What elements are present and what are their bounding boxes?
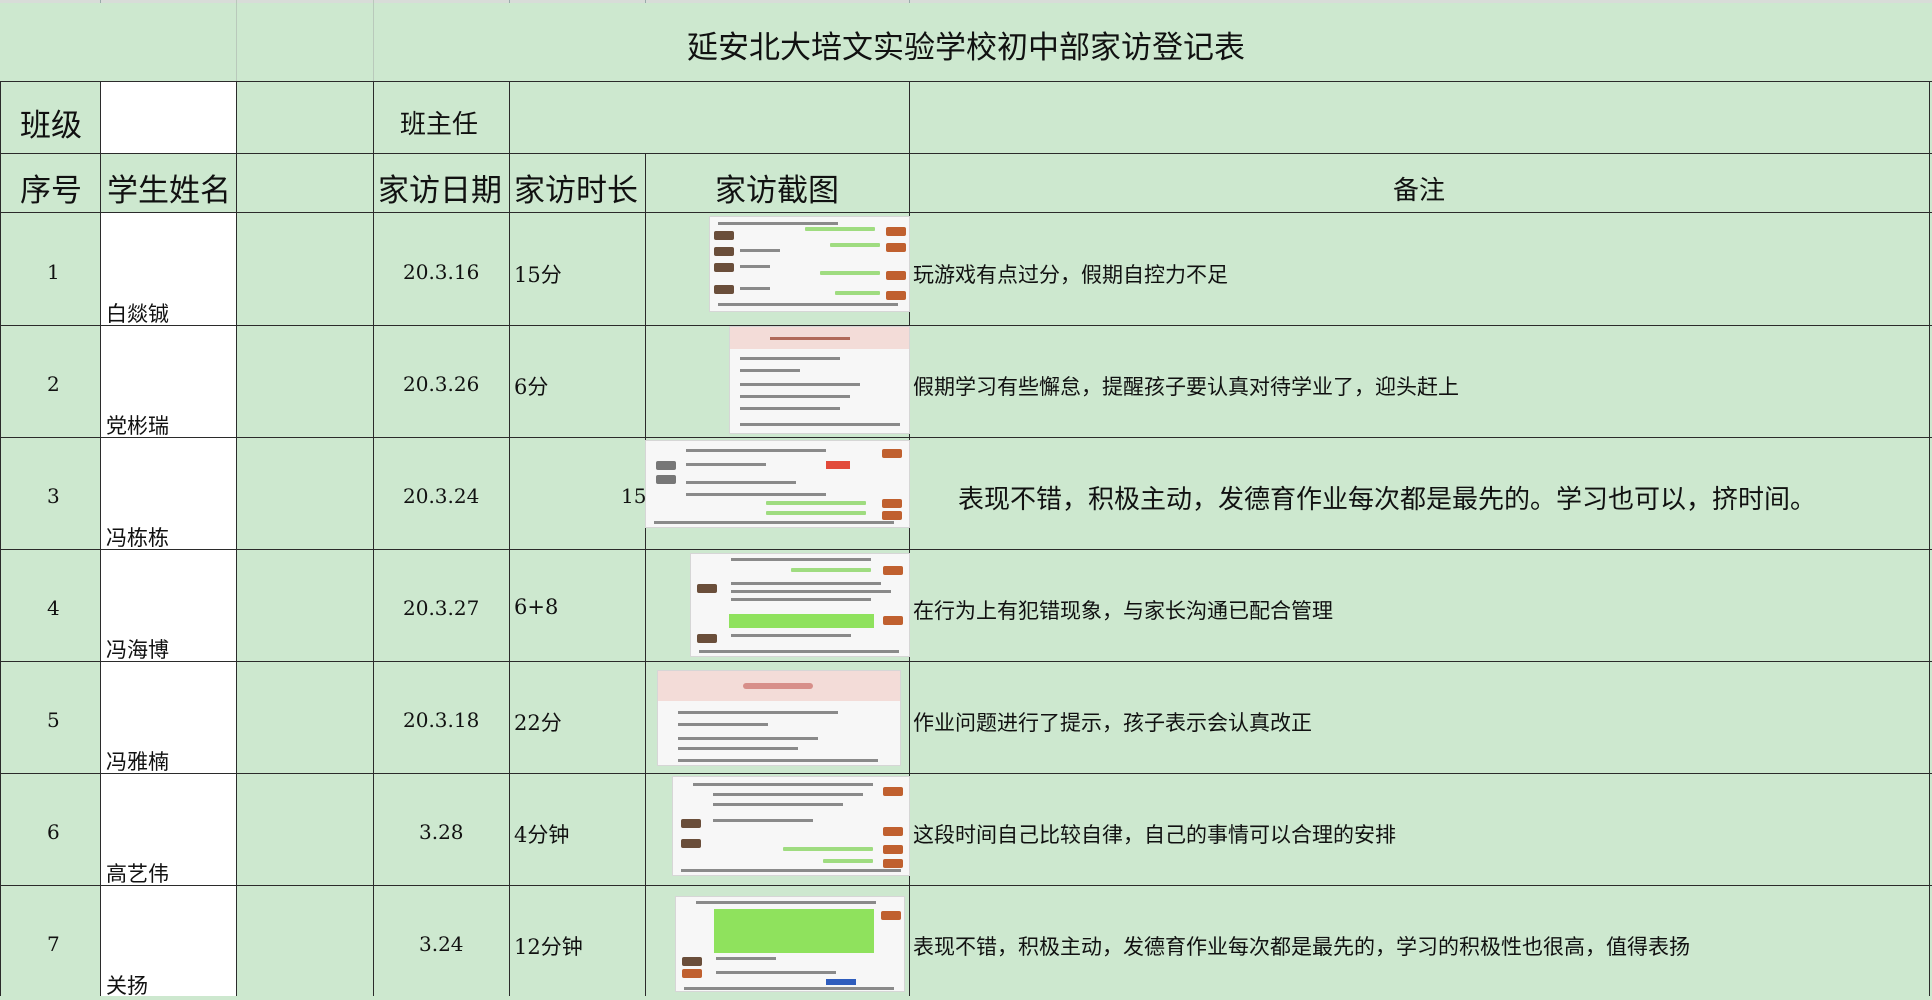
row-5-index: 5 [47,708,60,732]
row-7-duration: 12分钟 [514,935,583,959]
col-header-screenshot: 家访截图 [715,173,839,209]
col-header-index: 序号 [20,173,82,209]
row-6-chat-screenshot[interactable] [672,776,910,876]
row-2-date: 20.3.26 [403,372,480,396]
class-value-cell[interactable] [101,82,236,153]
row-1-duration: 15分 [514,263,562,287]
row-1-note: 玩游戏有点过分，假期自控力不足 [913,263,1228,287]
row-5-chat-screenshot[interactable] [657,670,901,766]
row-4-index: 4 [47,596,60,620]
row-3-date: 20.3.24 [403,484,480,508]
row-3-note: 表现不错，积极主动，发德育作业每次都是最先的。学习也可以，挤时间。 [958,485,1817,515]
row-4-note: 在行为上有犯错现象，与家长沟通已配合管理 [913,599,1333,623]
row-4-name: 冯海博 [106,638,169,662]
row-6-name: 高艺伟 [106,862,169,886]
sheet-title: 延安北大培文实验学校初中部家访登记表 [687,30,1245,66]
row-3-index: 3 [47,484,60,508]
col-header-name: 学生姓名 [107,173,231,209]
row-3-name: 冯栋栋 [106,526,169,550]
row-2-name: 党彬瑞 [106,414,169,438]
col-header-notes: 备注 [1393,176,1446,206]
row-3-duration-extra: 15 [621,484,647,508]
row-5-note: 作业问题进行了提示，孩子表示会认真改正 [913,711,1312,735]
row-4-chat-screenshot[interactable] [690,553,910,657]
spreadsheet: 延安北大培文实验学校初中部家访登记表 班级 班主任 序号 学生姓名 家访日期 家… [0,0,1932,998]
row-2-note: 假期学习有些懈怠，提醒孩子要认真对待学业了，迎头赶上 [913,375,1459,399]
row-1-date: 20.3.16 [403,260,480,284]
col-header-duration: 家访时长 [514,173,638,209]
row-7-note: 表现不错，积极主动，发德育作业每次都是最先的，学习的积极性也很高，值得表扬 [913,935,1690,959]
row-5-date: 20.3.18 [403,708,480,732]
row-5-duration: 22分 [514,711,562,735]
row-1-chat-screenshot[interactable] [709,216,910,312]
row-6-duration: 4分钟 [514,823,570,847]
column-header-strip[interactable] [0,0,1932,3]
row-2-index: 2 [47,372,60,396]
row-6-note: 这段时间自己比较自律，自己的事情可以合理的安排 [913,823,1396,847]
col-header-date: 家访日期 [378,173,502,209]
row-7-chat-screenshot[interactable] [675,896,905,992]
class-label: 班级 [20,108,82,144]
row-7-index: 7 [47,932,60,956]
row-7-date: 3.24 [419,932,464,956]
row-2-duration: 6分 [514,375,549,399]
row-1-name: 白燚铖 [106,302,169,326]
row-3-chat-screenshot[interactable] [645,440,910,528]
row-6-date: 3.28 [419,820,464,844]
teacher-label: 班主任 [400,110,479,140]
row-2-chat-screenshot[interactable] [729,326,910,434]
row-4-duration: 6+8 [514,595,559,619]
row-6-index: 6 [47,820,60,844]
row-4-date: 20.3.27 [403,596,480,620]
row-1-index: 1 [47,260,60,284]
row-5-name: 冯雅楠 [106,750,169,774]
